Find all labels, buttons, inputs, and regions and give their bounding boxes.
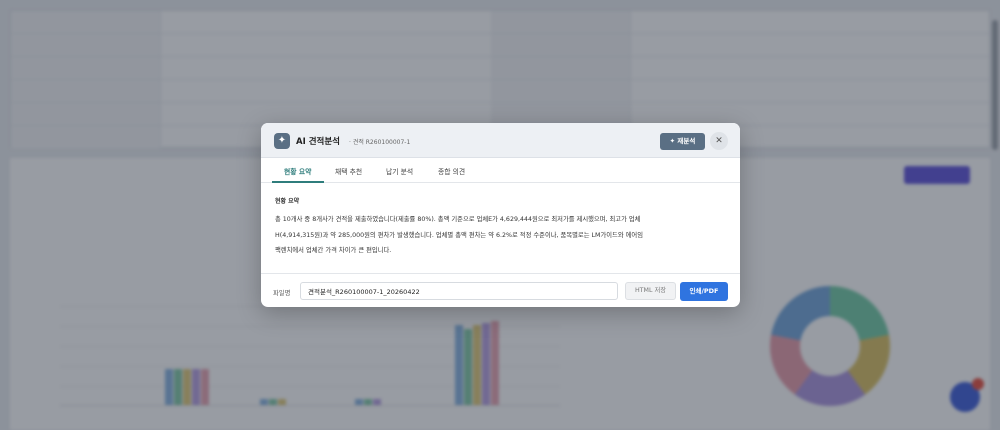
filename-label: 파일명: [273, 290, 291, 297]
modal-title: AI 견적분석: [296, 137, 340, 147]
modal-body: 현황 요약 총 10개사 중 8개사가 견적을 제출하였습니다(제출률 80%)…: [275, 196, 727, 259]
filename-input[interactable]: [300, 282, 618, 300]
close-icon[interactable]: ✕: [710, 132, 728, 150]
ai-analysis-modal: ✦ AI 견적분석 · 견적 R260100007-1 ✦ 재분석 ✕ 현황 요…: [261, 123, 740, 307]
summary-line: H(4,914,315원)과 약 285,000원의 편차가 발생했습니다. 업…: [275, 231, 644, 239]
modal-subtitle: · 견적 R260100007-1: [349, 139, 411, 146]
print-pdf-button[interactable]: 인쇄/PDF: [680, 282, 728, 301]
summary-text: 총 10개사 중 8개사가 견적을 제출하였습니다(제출률 80%). 총액 기…: [275, 212, 727, 259]
html-save-button[interactable]: HTML 저장: [625, 282, 676, 300]
reanalyze-button[interactable]: ✦ 재분석: [660, 133, 705, 150]
modal-header: ✦ AI 견적분석 · 견적 R260100007-1 ✦ 재분석 ✕: [261, 123, 740, 158]
tab-overall[interactable]: 종합 의견: [438, 166, 465, 176]
summary-line: 팩렌치에서 업체간 가격 차이가 큰 편입니다.: [275, 247, 392, 254]
sparkle-icon: ✦: [274, 133, 290, 149]
active-tab-indicator: [272, 181, 324, 183]
section-title: 현황 요약: [275, 198, 300, 205]
modal-footer: 파일명 HTML 저장 인쇄/PDF: [261, 273, 740, 307]
modal-tabs: 현황 요약 채택 추천 납기 분석 종합 의견: [261, 158, 740, 183]
tab-summary[interactable]: 현황 요약: [284, 166, 311, 176]
tab-recommendation[interactable]: 채택 추천: [335, 166, 362, 176]
tab-delivery[interactable]: 납기 분석: [386, 166, 413, 176]
summary-line: 총 10개사 중 8개사가 견적을 제출하였습니다(제출률 80%). 총액 기…: [275, 216, 641, 223]
